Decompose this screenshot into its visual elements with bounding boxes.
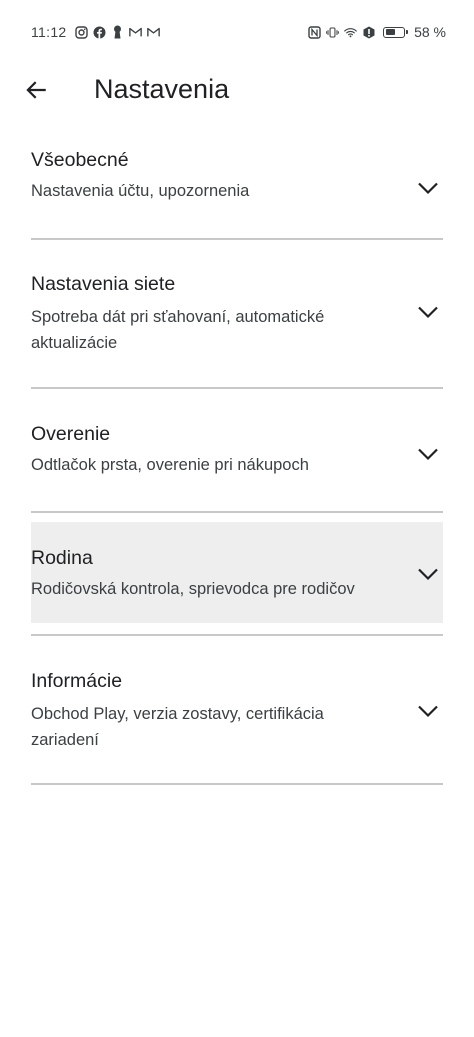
chevron-down-icon (416, 562, 440, 586)
arrow-left-icon (26, 81, 46, 99)
setting-title: Informácie (31, 670, 123, 692)
keyhole-icon (111, 25, 124, 39)
setting-item-overenie[interactable]: Overenie Odtlačok prsta, overenie pri ná… (31, 422, 443, 502)
divider (31, 783, 443, 785)
setting-subtitle-line: Rodičovská kontrola, sprievodca pre rodi… (31, 580, 355, 598)
status-time: 11:12 (31, 24, 67, 40)
setting-subtitle: Nastavenia účtu, upozornenia (31, 178, 391, 204)
status-right: 58 % (308, 24, 446, 40)
wifi-icon (344, 26, 357, 39)
divider (31, 511, 443, 513)
back-button[interactable] (16, 70, 56, 110)
gmail-icon (128, 26, 142, 39)
setting-subtitle-line: zariadení (31, 731, 99, 749)
facebook-icon (93, 26, 106, 39)
setting-title: Rodina (31, 547, 93, 569)
chevron-down-icon (416, 176, 440, 200)
setting-subtitle-line: Spotreba dát pri sťahovaní, automatické (31, 308, 325, 326)
setting-item-nastavenia-siete[interactable]: Nastavenia siete Spotreba dát pri sťahov… (31, 272, 443, 372)
chevron-down-icon (416, 699, 440, 723)
setting-subtitle-line: Nastavenia účtu, upozornenia (31, 182, 250, 200)
setting-subtitle: Rodičovská kontrola, sprievodca pre rodi… (31, 576, 431, 602)
alert-icon (362, 26, 375, 39)
setting-subtitle: Spotreba dát pri sťahovaní, automatické … (31, 304, 391, 356)
setting-subtitle-line: Obchod Play, verzia zostavy, certifikáci… (31, 705, 324, 723)
setting-subtitle-line: Odtlačok prsta, overenie pri nákupoch (31, 456, 309, 474)
divider (31, 238, 443, 240)
nfc-icon (308, 25, 321, 39)
setting-item-rodina[interactable]: Rodina Rodičovská kontrola, sprievodca p… (31, 522, 443, 623)
status-bar: 11:12 58 % (0, 0, 474, 64)
page-title: Nastavenia (94, 74, 230, 104)
setting-subtitle: Odtlačok prsta, overenie pri nákupoch (31, 452, 391, 478)
setting-subtitle-line: aktualizácie (31, 334, 118, 352)
vibrate-icon (326, 26, 339, 39)
divider (31, 387, 443, 389)
setting-subtitle: Obchod Play, verzia zostavy, certifikáci… (31, 701, 391, 753)
battery-percent: 58 % (414, 24, 446, 40)
instagram-icon (74, 25, 88, 39)
battery-fill (385, 29, 395, 35)
setting-item-vseobecne[interactable]: Všeobecné Nastavenia účtu, upozornenia (31, 148, 443, 228)
gmail-icon (146, 26, 160, 39)
battery-icon (383, 26, 409, 38)
app-bar: Nastavenia (0, 64, 474, 114)
chevron-down-icon (416, 442, 440, 466)
divider (31, 634, 443, 636)
setting-item-informacie[interactable]: Informácie Obchod Play, verzia zostavy, … (31, 669, 443, 769)
status-left: 11:12 (31, 24, 160, 40)
chevron-down-icon (416, 300, 440, 324)
setting-title: Nastavenia siete (31, 273, 176, 295)
setting-title: Overenie (31, 423, 111, 445)
setting-title: Všeobecné (31, 149, 129, 171)
